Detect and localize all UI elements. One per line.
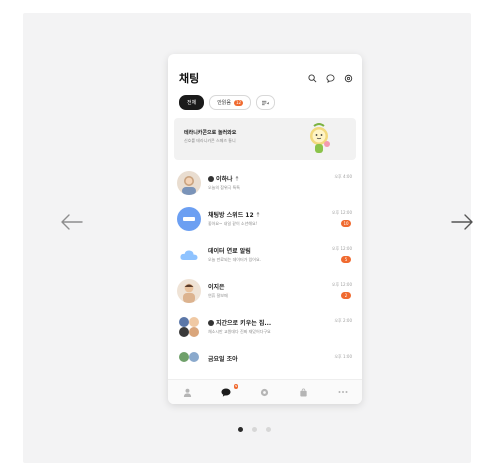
unread-count-badge: 12: [234, 99, 244, 106]
chat-nav-badge: N: [233, 384, 239, 389]
promo-banner[interactable]: 테라니카콘으로 놀러와요 신호를 테라니카콘 스페즈 통니: [174, 118, 356, 160]
person-icon: [183, 388, 191, 397]
unread-badge: 5: [341, 256, 351, 263]
chat-time: 오후 1:00: [334, 354, 352, 359]
unread-badge: 10: [341, 220, 351, 227]
nav-friends[interactable]: [180, 385, 194, 399]
chat-time: 오후 12:00: [331, 246, 352, 251]
avatar: [177, 243, 201, 267]
tab-label: 안읽음: [217, 100, 232, 106]
more-dots-icon: [338, 391, 348, 393]
chat-last-message: 좋아요~ 내일 같이 소년해요!: [208, 221, 258, 226]
chat-name: 금요일 조아: [208, 356, 238, 363]
chat-name: 데이터 연료 알림: [208, 248, 251, 255]
chat-bubble-filled-icon: [221, 388, 231, 397]
tab-label: 전체: [187, 100, 197, 106]
edit-folder-button[interactable]: [256, 95, 276, 110]
chat-name: 지간으로 키우는 집...: [208, 318, 271, 327]
chat-row[interactable]: 금요일 조아 오후 1:00: [168, 347, 362, 381]
chat-last-message: 오늘 만료되는 데이터가 있어요.: [208, 257, 261, 262]
app-header: 채팅: [179, 69, 354, 87]
list-edit-icon: [262, 100, 270, 105]
nav-more[interactable]: [336, 385, 350, 399]
phone-screenshot: 채팅 전체 안읽음 12 테라니카콘으로 놀러와요 신호를 테라니카콘 스페즈 …: [168, 54, 362, 404]
chat-row[interactable]: 채팅방 스위드 12 좋아요~ 내일 같이 소년해요! 오후 12:00 10: [168, 203, 362, 237]
chat-row[interactable]: 지간으로 키우는 집... 채소시만 교원데다 진짜 재밌어다구요 오후 2:0…: [168, 311, 362, 345]
avatar: [177, 171, 201, 195]
pagination-dot-active[interactable]: [238, 427, 243, 432]
avatar: [177, 207, 201, 231]
bottom-navigation: N: [168, 379, 362, 404]
nav-shopping[interactable]: [297, 385, 311, 399]
chat-row[interactable]: 이하나 오늘의 참위극 특특 오후 4:00: [168, 167, 362, 201]
official-icon: [208, 175, 214, 182]
pagination-dot[interactable]: [266, 427, 271, 432]
tab-unread[interactable]: 안읽음 12: [209, 95, 252, 110]
arrow-left-icon: [61, 214, 83, 230]
pin-icon: [235, 176, 239, 181]
header-actions: [307, 73, 354, 84]
chat-last-message: 채소시만 교원데다 진짜 재밌어다구요: [208, 329, 271, 334]
chat-name: 이하나: [208, 174, 239, 183]
chat-last-message: 오늘의 참위극 특특: [208, 185, 240, 190]
chat-name: 채팅방 스위드 12: [208, 210, 260, 219]
arrow-right-icon: [451, 214, 473, 230]
chat-row[interactable]: 데이터 연료 알림 오늘 만료되는 데이터가 있어요. 오후 12:00 5: [168, 239, 362, 273]
pin-icon: [256, 212, 260, 217]
settings-icon[interactable]: [343, 73, 354, 84]
mascot-illustration-icon: [310, 123, 330, 153]
chat-bubble-icon[interactable]: [325, 73, 336, 84]
search-icon[interactable]: [307, 73, 318, 84]
page-title: 채팅: [179, 72, 200, 85]
compass-icon: [261, 388, 269, 396]
carousel-next-button[interactable]: [448, 208, 476, 236]
carousel-pagination: [238, 427, 271, 432]
shopping-bag-icon: [300, 387, 307, 397]
chat-name: 이지은: [208, 284, 225, 291]
chat-time: 오후 2:00: [334, 318, 352, 323]
chat-time: 오후 4:00: [334, 174, 352, 179]
carousel-prev-button[interactable]: [58, 208, 86, 236]
group-avatar: [177, 351, 201, 363]
pagination-dot[interactable]: [252, 427, 257, 432]
nav-chats[interactable]: N: [219, 384, 239, 399]
chat-last-message: 연휴 잘보때: [208, 293, 228, 298]
official-icon: [208, 319, 214, 326]
nav-openchat[interactable]: [258, 385, 272, 399]
avatar: [177, 279, 201, 303]
unread-badge: 2: [341, 292, 351, 299]
chat-row[interactable]: 이지은 연휴 잘보때 오후 12:00 2: [168, 275, 362, 309]
banner-subtitle: 신호를 테라니카콘 스페즈 통니: [184, 138, 236, 143]
chat-time: 오후 12:00: [331, 282, 352, 287]
cloud-icon: [180, 250, 198, 260]
chat-filter-tabs: 전체 안읽음 12: [179, 95, 276, 110]
tab-all[interactable]: 전체: [179, 95, 205, 110]
group-avatar: [177, 315, 201, 339]
chat-time: 오후 12:00: [331, 210, 352, 215]
banner-title: 테라니카콘으로 놀러와요: [184, 130, 237, 136]
